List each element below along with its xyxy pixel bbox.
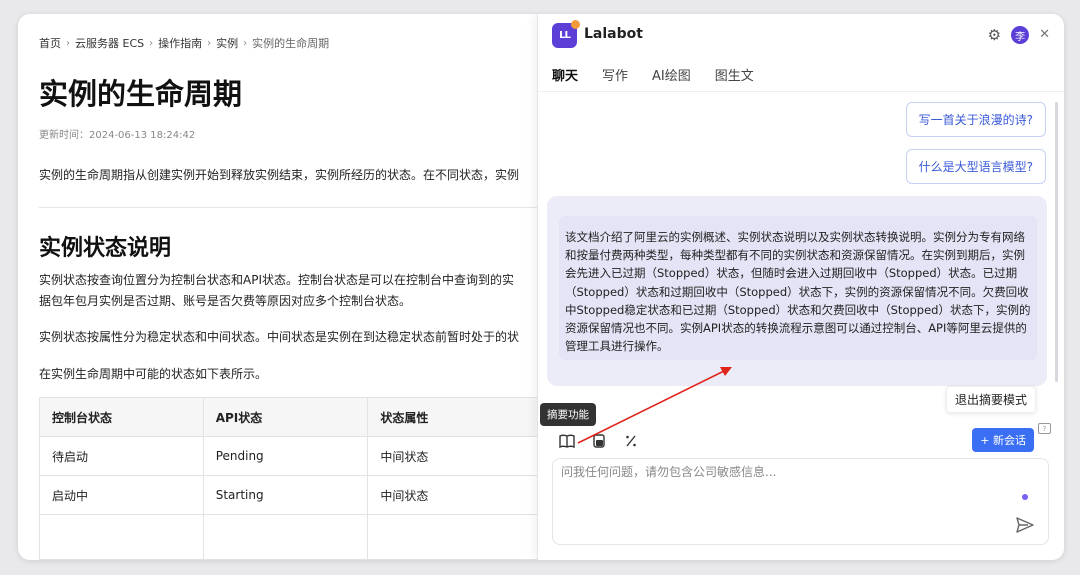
chat-input[interactable] — [561, 465, 981, 479]
suggestion-button[interactable]: 什么是大型语言模型? — [905, 149, 1046, 184]
table-row — [39, 514, 538, 560]
document-page: 首页 › 云服务器 ECS › 操作指南 › 实例 › 实例的生命周期 实例的生… — [18, 14, 538, 560]
tab-image-to-text[interactable]: 图生文 — [715, 65, 754, 94]
header-actions: ⚙ 李 ✕ — [988, 25, 1050, 45]
section-title: 实例状态说明 — [39, 236, 172, 261]
table-row: 启动中 Starting 中间状态 — [39, 475, 538, 515]
paragraph-line: 实例状态按查询位置分为控制台状态和API状态。控制台状态是可以在控制台中查询到的… — [39, 273, 514, 287]
gear-icon[interactable]: ⚙ — [988, 25, 1001, 45]
tab-chat[interactable]: 聊天 — [552, 65, 579, 94]
chevron-right-icon: › — [207, 37, 212, 49]
avatar[interactable]: 李 — [1011, 26, 1030, 44]
table-header-row: 控制台状态 API状态 状态属性 — [39, 397, 538, 437]
table-cell — [39, 514, 204, 560]
breadcrumb-instance[interactable]: 实例 — [216, 35, 238, 51]
chevron-right-icon: › — [149, 37, 154, 49]
document-scan-icon[interactable] — [590, 432, 608, 450]
tab-ai-drawing[interactable]: AI绘图 — [652, 65, 691, 94]
percent-icon[interactable] — [622, 432, 640, 450]
page-title: 实例的生命周期 — [39, 77, 243, 111]
breadcrumb-ecs[interactable]: 云服务器 ECS — [75, 35, 144, 51]
summary-tooltip: 摘要功能 — [540, 403, 596, 426]
chat-bubble-icon[interactable]: ? — [1038, 423, 1051, 434]
table-header: 状态属性 — [367, 397, 538, 437]
table-cell — [367, 514, 538, 560]
table-cell: Starting — [202, 475, 369, 515]
tab-writing[interactable]: 写作 — [602, 65, 628, 94]
chat-input-box — [552, 458, 1049, 545]
divider — [39, 207, 538, 208]
status-paragraph: 实例状态按查询位置分为控制台状态和API状态。控制台状态是可以在控制台中查询到的… — [39, 270, 514, 312]
update-time: 更新时间：2024-06-13 18:24:42 — [39, 130, 196, 141]
table-cell: Pending — [202, 436, 369, 476]
table-cell: 启动中 — [39, 475, 204, 515]
table-cell — [202, 514, 369, 560]
tab-bar: 聊天 写作 AI绘图 图生文 — [552, 65, 754, 94]
input-toolbar — [558, 432, 640, 450]
table-cell: 中间状态 — [367, 436, 538, 476]
table-header: 控制台状态 — [39, 397, 204, 437]
new-chat-button[interactable]: + 新会话 — [972, 428, 1034, 452]
summary-card: 该文档介绍了阿里云的实例概述、实例状态说明以及实例状态转换说明。实例分为专有网络… — [547, 196, 1047, 386]
breadcrumb-home[interactable]: 首页 — [39, 35, 61, 51]
send-icon[interactable] — [1016, 517, 1034, 537]
app-name: Lalabot — [584, 26, 643, 42]
close-icon[interactable]: ✕ — [1039, 25, 1050, 45]
chevron-right-icon: › — [66, 37, 70, 49]
lalabot-logo-icon: LL — [552, 20, 580, 48]
window: 首页 › 云服务器 ECS › 操作指南 › 实例 › 实例的生命周期 实例的生… — [18, 14, 1064, 560]
table-cell: 中间状态 — [367, 475, 538, 515]
breadcrumb-guide[interactable]: 操作指南 — [158, 35, 202, 51]
chat-area: 写一首关于浪漫的诗? 什么是大型语言模型? 该文档介绍了阿里云的实例概述、实例状… — [538, 92, 1064, 392]
breadcrumb: 首页 › 云服务器 ECS › 操作指南 › 实例 › 实例的生命周期 — [39, 35, 329, 51]
table-header: API状态 — [202, 397, 369, 437]
table-intro: 在实例生命周期中可能的状态如下表所示。 — [39, 367, 268, 381]
attribute-paragraph: 实例状态按属性分为稳定状态和中间状态。中间状态是实例在到达稳定状态前暂时处于的状 — [39, 330, 520, 344]
table-cell: 待启动 — [39, 436, 204, 476]
book-icon[interactable] — [558, 432, 576, 450]
summary-text: 该文档介绍了阿里云的实例概述、实例状态说明以及实例状态转换说明。实例分为专有网络… — [565, 230, 1031, 354]
intro-paragraph: 实例的生命周期指从创建实例开始到释放实例结束，实例所经历的状态。在不同状态，实例 — [39, 168, 520, 182]
scrollbar[interactable] — [1055, 102, 1058, 382]
paragraph-line: 据包年包月实例是否过期、账号是否欠费等原因对应多个控制台状态。 — [39, 294, 412, 308]
exit-summary-button[interactable]: 退出摘要模式 — [945, 386, 1036, 413]
assistant-panel: LL Lalabot ⚙ 李 ✕ 聊天 写作 AI绘图 图生文 写一首关于浪漫的… — [537, 14, 1064, 560]
breadcrumb-current: 实例的生命周期 — [252, 37, 330, 50]
status-table: 控制台状态 API状态 状态属性 待启动 Pending 中间状态 启动中 St… — [39, 397, 538, 560]
status-dot-icon — [1022, 494, 1028, 500]
chevron-right-icon: › — [243, 37, 248, 49]
table-row: 待启动 Pending 中间状态 — [39, 436, 538, 476]
suggestion-button[interactable]: 写一首关于浪漫的诗? — [905, 102, 1046, 137]
